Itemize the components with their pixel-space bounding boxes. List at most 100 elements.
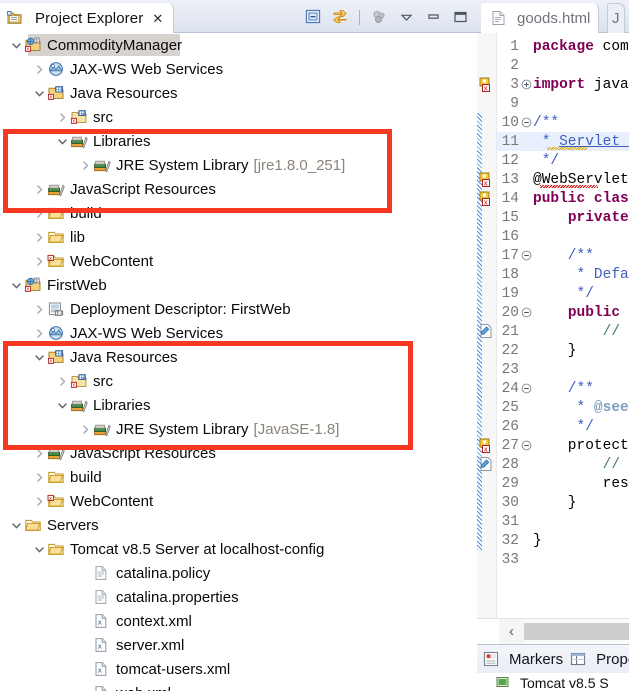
- tree-item-lib[interactable]: lib: [0, 225, 477, 249]
- code-line[interactable]: 9: [477, 94, 629, 113]
- code-line[interactable]: 22 }: [477, 341, 629, 360]
- fold-collapse-icon[interactable]: [521, 250, 532, 261]
- code-line[interactable]: x14public class: [477, 189, 629, 208]
- fold-collapse-icon[interactable]: [521, 383, 532, 394]
- code-line[interactable]: 12 */: [477, 151, 629, 170]
- fold-collapse-icon[interactable]: [521, 440, 532, 451]
- code-line[interactable]: 31: [477, 512, 629, 531]
- code-line[interactable]: 25 * @see: [477, 398, 629, 417]
- code-line[interactable]: 20 public I: [477, 303, 629, 322]
- code-line[interactable]: 23: [477, 360, 629, 379]
- tree-item-jre-system-library[interactable]: JRE System Library [jre1.8.0_251]: [0, 153, 477, 177]
- chevron-right-icon[interactable]: [31, 205, 47, 221]
- tab-markers[interactable]: Markers: [482, 651, 563, 668]
- editor-horizontal-scrollbar[interactable]: ‹: [477, 618, 629, 645]
- chevron-down-icon[interactable]: [54, 397, 70, 413]
- tree-item-web-xml[interactable]: x web.xml: [0, 681, 477, 691]
- chevron-right-icon[interactable]: [77, 421, 93, 437]
- tree-item-build[interactable]: build: [0, 465, 477, 489]
- code-line[interactable]: 26 */: [477, 417, 629, 436]
- tree-item-javascript-resources[interactable]: JavaScript Resources: [0, 441, 477, 465]
- chevron-right-icon[interactable]: [77, 157, 93, 173]
- tree-item-src[interactable]: x src: [0, 105, 477, 129]
- collapse-all-icon[interactable]: [302, 6, 324, 28]
- chevron-down-icon[interactable]: [8, 37, 24, 53]
- chevron-right-icon[interactable]: [31, 301, 47, 317]
- code-line[interactable]: x 27 protecte: [477, 436, 629, 455]
- tree-item-build[interactable]: build: [0, 201, 477, 225]
- project-tree[interactable]: Jx CommodityManager JAX-WS Web Services x Ja…: [0, 33, 477, 691]
- tree-item-catalina-properties[interactable]: catalina.properties: [0, 585, 477, 609]
- chevron-down-icon[interactable]: [54, 133, 70, 149]
- tree-item-webcontent[interactable]: x WebContent: [0, 489, 477, 513]
- code-line[interactable]: x3import java.: [477, 75, 629, 94]
- chevron-right-icon[interactable]: [31, 253, 47, 269]
- code-line[interactable]: 30 }: [477, 493, 629, 512]
- view-menu-icon[interactable]: [395, 6, 417, 28]
- chevron-right-icon[interactable]: [31, 61, 47, 77]
- link-with-editor-icon[interactable]: [329, 6, 351, 28]
- maximize-icon[interactable]: [449, 6, 471, 28]
- tree-item-firstweb[interactable]: Jx FirstWeb: [0, 273, 477, 297]
- chevron-right-icon[interactable]: [54, 373, 70, 389]
- tree-item-jre-system-library[interactable]: JRE System Library [JavaSE-1.8]: [0, 417, 477, 441]
- tree-item-server-xml[interactable]: x server.xml: [0, 633, 477, 657]
- tree-item-commoditymanager[interactable]: Jx CommodityManager: [0, 33, 477, 57]
- tree-item-src[interactable]: x src: [0, 369, 477, 393]
- tree-item-java-resources[interactable]: x Java Resources: [0, 345, 477, 369]
- tree-item-context-xml[interactable]: x context.xml: [0, 609, 477, 633]
- chevron-down-icon[interactable]: [31, 541, 47, 557]
- code-line[interactable]: 28 // T: [477, 455, 629, 474]
- code-editor[interactable]: 1package com.2x3import java.910/**11 * S…: [477, 33, 629, 618]
- chevron-right-icon[interactable]: [31, 181, 47, 197]
- chevron-down-icon[interactable]: [8, 517, 24, 533]
- code-line[interactable]: 24 /**: [477, 379, 629, 398]
- fold-expand-icon[interactable]: [521, 79, 532, 90]
- tree-item-servers[interactable]: Servers: [0, 513, 477, 537]
- tree-item-javascript-resources[interactable]: JavaScript Resources: [0, 177, 477, 201]
- code-line[interactable]: 15 private: [477, 208, 629, 227]
- chevron-right-icon[interactable]: [31, 325, 47, 341]
- code-line[interactable]: 29 resp: [477, 474, 629, 493]
- code-line[interactable]: 16: [477, 227, 629, 246]
- fold-collapse-icon[interactable]: [521, 307, 532, 318]
- code-line[interactable]: 17 /**: [477, 246, 629, 265]
- view-filter-icon[interactable]: [368, 6, 390, 28]
- code-line[interactable]: 32}: [477, 531, 629, 550]
- tab-project-explorer[interactable]: Project Explorer ✕: [0, 3, 175, 33]
- tab-properties[interactable]: Prope: [569, 651, 629, 668]
- tree-item-catalina-policy[interactable]: catalina.policy: [0, 561, 477, 585]
- tree-item-jax-ws-web-services[interactable]: JAX-WS Web Services: [0, 321, 477, 345]
- chevron-right-icon[interactable]: [31, 493, 47, 509]
- fold-collapse-icon[interactable]: [521, 117, 532, 128]
- tree-item-tomcat-v8-5-server-at-localhost-config[interactable]: Tomcat v8.5 Server at localhost-config: [0, 537, 477, 561]
- code-line[interactable]: 33: [477, 550, 629, 569]
- tree-item-webcontent[interactable]: x WebContent: [0, 249, 477, 273]
- code-line[interactable]: 18 * Defau: [477, 265, 629, 284]
- code-line[interactable]: 19 */: [477, 284, 629, 303]
- code-line[interactable]: 10 /**: [477, 113, 629, 132]
- editor-tab-goods-html[interactable]: goods.html: [481, 3, 600, 33]
- close-icon[interactable]: ✕: [152, 12, 163, 25]
- code-line[interactable]: 21 // T: [477, 322, 629, 341]
- chevron-down-icon[interactable]: [8, 277, 24, 293]
- chevron-right-icon[interactable]: [54, 109, 70, 125]
- tree-item-libraries[interactable]: Libraries: [0, 393, 477, 417]
- scroll-left-arrow-icon[interactable]: ‹: [499, 618, 524, 645]
- chevron-right-icon[interactable]: [31, 229, 47, 245]
- code-line[interactable]: 2: [477, 56, 629, 75]
- chevron-down-icon[interactable]: [31, 85, 47, 101]
- chevron-right-icon[interactable]: [31, 469, 47, 485]
- tree-item-libraries[interactable]: Libraries: [0, 129, 477, 153]
- tree-item-java-resources[interactable]: x Java Resources: [0, 81, 477, 105]
- editor-tab-java-partial[interactable]: J: [607, 3, 625, 33]
- tree-item-deployment-descriptor-firstweb[interactable]: 3.1 Deployment Descriptor: FirstWeb: [0, 297, 477, 321]
- tree-item-jax-ws-web-services[interactable]: JAX-WS Web Services: [0, 57, 477, 81]
- tree-item-tomcat-users-xml[interactable]: x tomcat-users.xml: [0, 657, 477, 681]
- jaxws-icon: [47, 61, 65, 77]
- chevron-right-icon[interactable]: [31, 445, 47, 461]
- minimize-icon[interactable]: [422, 6, 444, 28]
- scrollbar-thumb[interactable]: [524, 623, 629, 640]
- chevron-down-icon[interactable]: [31, 349, 47, 365]
- code-line[interactable]: 1 package com.: [477, 37, 629, 56]
